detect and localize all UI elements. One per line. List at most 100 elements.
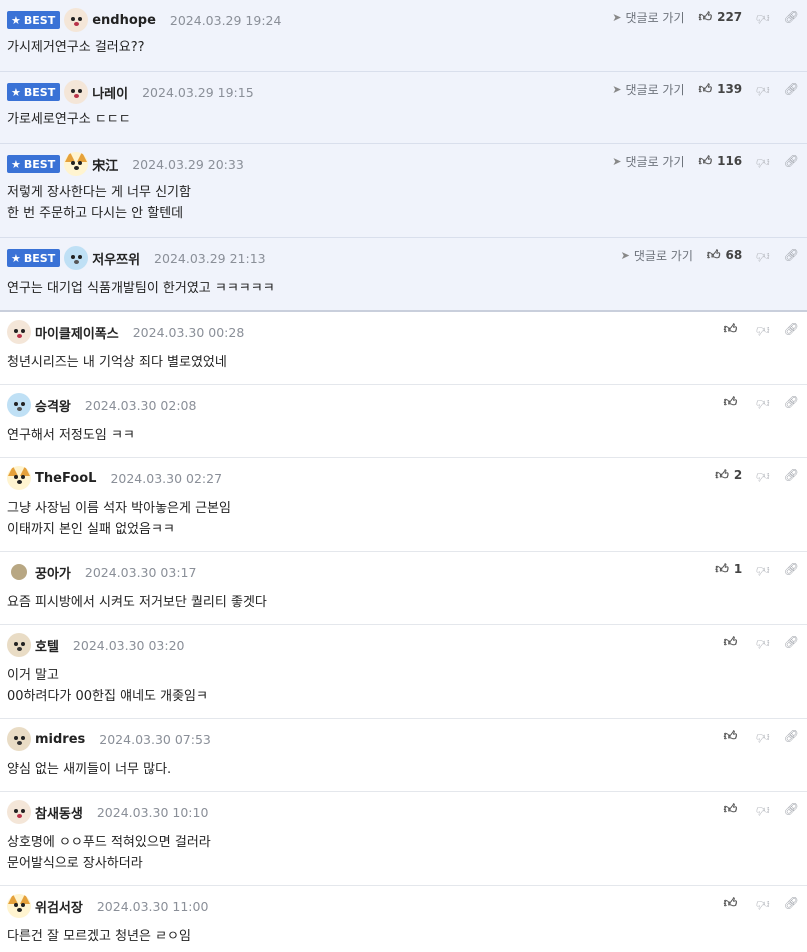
avatar[interactable] [7,393,31,417]
link-icon[interactable]: 🔗︎ [784,10,799,24]
comment-item: 승격왕 2024.03.30 02:08 👍︎ 👍︎ 🔗︎ 연구해서 저정도임 … [0,385,807,458]
thumbs-up-icon: 👍︎ [698,153,713,169]
comment-author[interactable]: 마이클제이폭스 [35,323,119,342]
thumbs-down-icon[interactable]: 👍︎ [756,248,770,263]
thumbs-down-icon[interactable]: 👍︎ [756,82,770,97]
comment-date: 2024.03.30 11:00 [96,898,209,914]
thumbs-down-icon[interactable]: 👍︎ [756,635,770,650]
link-icon[interactable]: 🔗︎ [784,154,799,168]
comment-actions: ➤ 댓글로 가기 👍︎ 227 👍︎ 🔗︎ [612,7,799,27]
link-icon[interactable]: 🔗︎ [784,395,799,409]
comment-author[interactable]: 꿍아가 [35,563,71,582]
thumbs-up-icon: 👍︎ [723,728,738,744]
link-icon[interactable]: 🔗︎ [784,635,799,649]
comment-date: 2024.03.30 07:53 [99,731,211,747]
thumbs-down-icon[interactable]: 👍︎ [756,802,770,817]
avatar[interactable] [7,466,31,490]
like-button[interactable]: 👍︎ 1 [715,562,742,577]
link-icon[interactable]: 🔗︎ [784,729,799,743]
comment-author[interactable]: 위검서장 [35,897,83,916]
like-button[interactable]: 👍︎ 227 [699,10,743,25]
like-button[interactable]: 👍︎ 68 [707,248,742,263]
avatar[interactable] [7,633,31,657]
comment-author[interactable]: TheFooL [35,471,96,486]
comment-author[interactable]: midres [35,732,85,747]
thumbs-down-icon[interactable]: 👍︎ [756,562,770,577]
thumbs-down-icon[interactable]: 👍︎ [756,10,770,25]
go-to-reply-link[interactable]: ➤ 댓글로 가기 [612,81,684,98]
link-icon[interactable]: 🔗︎ [784,82,799,96]
like-button[interactable]: 👍︎ [724,322,743,337]
like-button[interactable]: 👍︎ [724,802,743,817]
like-button[interactable]: 👍︎ [724,729,743,744]
star-icon: ★ [11,157,21,171]
thumbs-down-icon[interactable]: 👍︎ [756,468,770,483]
link-icon[interactable]: 🔗︎ [784,562,799,576]
best-comment: ★ BEST 나레이 2024.03.29 19:15 ➤ 댓글로 가기 👍︎ 139… [0,72,807,144]
link-icon[interactable]: 🔗︎ [784,248,799,262]
comment-author[interactable]: 나레이 [92,83,128,102]
comment-author[interactable]: 저우쯔위 [92,249,140,268]
link-icon[interactable]: 🔗︎ [784,322,799,336]
comment-header: ★ BEST 나레이 2024.03.29 19:15 [7,80,254,104]
send-arrow-icon: ➤ [612,154,622,168]
comment-date: 2024.03.29 19:24 [169,12,282,28]
comment-date: 2024.03.30 02:08 [84,397,197,413]
comment-header: 꿍아가 2024.03.30 03:17 [7,560,196,584]
best-badge: ★ BEST [7,11,61,29]
best-comment: ★ BEST endhope 2024.03.29 19:24 ➤ 댓글로 가기 👍… [0,0,807,72]
link-icon[interactable]: 🔗︎ [784,896,799,910]
like-button[interactable]: 👍︎ 2 [715,468,742,483]
go-to-reply-link[interactable]: ➤ 댓글로 가기 [612,153,684,170]
like-button[interactable]: 👍︎ [724,896,743,911]
thumbs-down-icon[interactable]: 👍︎ [756,395,770,410]
link-icon[interactable]: 🔗︎ [784,468,799,482]
thumbs-up-icon: 👍︎ [723,895,738,911]
thumbs-up-icon: 👍︎ [723,394,738,410]
comment-actions: 👍︎ 👍︎ 🔗︎ [724,726,799,746]
send-arrow-icon: ➤ [620,248,630,262]
like-count: 1 [733,562,743,576]
thumbs-up-icon: 👍︎ [715,561,729,577]
avatar[interactable] [64,246,89,270]
avatar[interactable] [64,80,89,104]
comment-item: 마이클제이폭스 2024.03.30 00:28 👍︎ 👍︎ 🔗︎ 청년시리즈는… [0,312,807,385]
avatar[interactable] [64,152,89,176]
link-icon[interactable]: 🔗︎ [784,802,799,816]
comment-date: 2024.03.30 03:17 [84,564,197,580]
avatar[interactable] [7,727,31,751]
comment-list: ★ BEST endhope 2024.03.29 19:24 ➤ 댓글로 가기 👍… [0,0,807,952]
thumbs-down-icon[interactable]: 👍︎ [756,896,770,911]
comment-header: ★ BEST endhope 2024.03.29 19:24 [7,8,281,32]
best-badge: ★ BEST [7,155,61,173]
like-button[interactable]: 👍︎ 116 [699,154,743,169]
comment-author[interactable]: 참새동생 [35,803,83,822]
thumbs-down-icon[interactable]: 👍︎ [756,322,770,337]
thumbs-up-icon: 👍︎ [715,467,729,483]
comment-author[interactable]: 승격왕 [35,396,71,415]
thumbs-down-icon[interactable]: 👍︎ [756,154,770,169]
like-button[interactable]: 👍︎ [724,635,743,650]
avatar[interactable] [7,894,31,918]
comment-item: 위검서장 2024.03.30 11:00 👍︎ 👍︎ 🔗︎ 다른건 잘 모르겠… [0,886,807,952]
thumbs-down-icon[interactable]: 👍︎ [756,729,770,744]
avatar[interactable] [11,564,27,580]
comment-author[interactable]: 宋江 [92,155,118,174]
go-to-reply-link[interactable]: ➤ 댓글로 가기 [612,9,684,26]
comment-header: ★ BEST 宋江 2024.03.29 20:33 [7,152,244,176]
avatar[interactable] [7,800,31,824]
comment-header: 호텔 2024.03.30 03:20 [7,633,185,657]
avatar[interactable] [7,320,31,344]
comment-actions: 👍︎ 2 👍︎ 🔗︎ [715,465,799,485]
star-icon: ★ [11,85,21,99]
thumbs-up-icon: 👍︎ [698,81,713,97]
comment-header: 참새동생 2024.03.30 10:10 [7,800,208,824]
comment-author[interactable]: endhope [92,13,156,28]
like-button[interactable]: 👍︎ 139 [699,82,743,97]
comment-author[interactable]: 호텔 [35,636,59,655]
comment-date: 2024.03.30 10:10 [96,804,209,820]
comment-date: 2024.03.29 20:33 [132,156,244,172]
like-button[interactable]: 👍︎ [724,395,743,410]
go-to-reply-link[interactable]: ➤ 댓글로 가기 [621,247,693,264]
avatar[interactable] [64,8,89,32]
